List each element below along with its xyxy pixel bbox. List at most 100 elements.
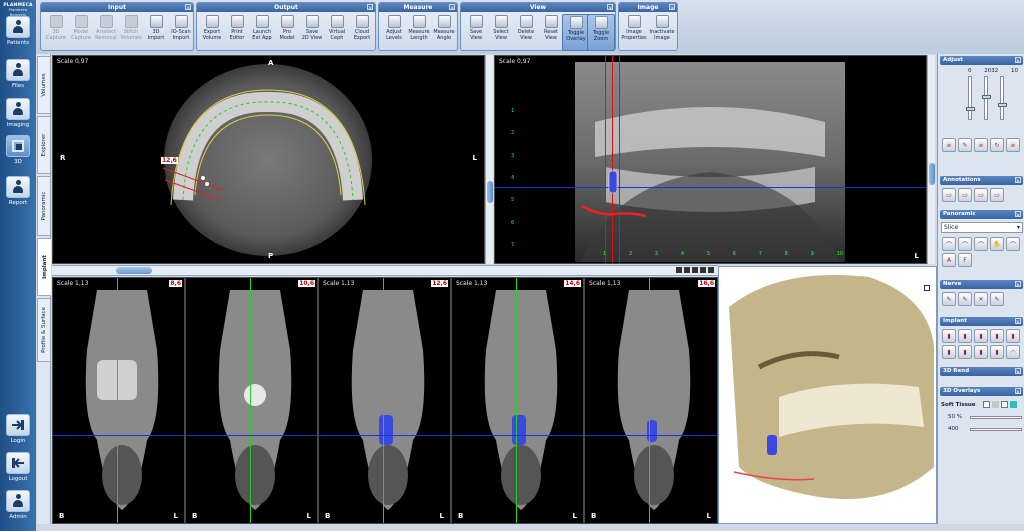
implant-icon[interactable]: ▮: [990, 329, 1004, 343]
implant-icon[interactable]: ▮: [958, 329, 972, 343]
implant-header[interactable]: Implant ⇲: [940, 317, 1023, 326]
panoramic-view[interactable]: Scale 0,97 L 1 2 3 4 5 6 7 8 9 10 1234567: [494, 55, 927, 264]
axial-view[interactable]: Scale 0,97 12,6 A P R L: [52, 55, 485, 264]
pro-model-button[interactable]: Pro Model: [273, 14, 301, 51]
delete-view-button[interactable]: Delete View: [512, 14, 540, 51]
curve-icon[interactable]: ⌒: [942, 237, 956, 251]
expand-icon[interactable]: ⇲: [607, 4, 613, 10]
curve-icon[interactable]: ⌒: [958, 237, 972, 251]
panoramic-mode-select[interactable]: Slice ▾: [941, 222, 1023, 233]
brightness-slider[interactable]: [966, 76, 975, 120]
expand-icon[interactable]: ⇲: [1015, 281, 1021, 287]
nav-admin[interactable]: Admin: [4, 490, 32, 520]
implant-icon[interactable]: ▮: [990, 345, 1004, 359]
opacity-slider[interactable]: [970, 416, 1022, 419]
lock-icon[interactable]: [676, 267, 682, 273]
reset-view-button[interactable]: Reset View: [537, 14, 565, 51]
overlay-icon[interactable]: [692, 267, 698, 273]
curve-icon[interactable]: ⌒: [1006, 237, 1020, 251]
expand-icon[interactable]: ⇲: [1015, 177, 1021, 183]
implant-icon[interactable]: ▮: [1006, 329, 1020, 343]
nav-patients[interactable]: Patients: [4, 16, 32, 46]
tab-implant[interactable]: Implant: [37, 238, 51, 296]
cross-section-5[interactable]: Scale 1,13 16,6 BL: [584, 277, 718, 524]
gamma-slider[interactable]: [998, 76, 1007, 120]
layout-icon[interactable]: [684, 267, 690, 273]
nav-3d[interactable]: 3D: [4, 135, 32, 165]
cross-section-2[interactable]: 10,6 BL: [185, 277, 318, 524]
hand-icon[interactable]: ✋: [990, 237, 1004, 251]
cross-section-1[interactable]: Scale 1,13 8,6 BL: [52, 277, 185, 524]
implant-icon[interactable]: ▮: [942, 345, 956, 359]
expand-icon[interactable]: ⇲: [449, 4, 455, 10]
adjust-header[interactable]: Adjust ⇲: [940, 56, 1023, 65]
nav-files[interactable]: Files: [4, 59, 32, 89]
save-2d-view-button[interactable]: Save 2D View: [298, 14, 326, 51]
color-swatch[interactable]: [992, 401, 999, 408]
toggle-overlay-button[interactable]: Toggle Overlay: [562, 14, 590, 51]
expand-icon[interactable]: ⇲: [1015, 318, 1021, 324]
nerve-draw-icon[interactable]: ✎: [942, 292, 956, 306]
3d-render-view[interactable]: [718, 266, 937, 524]
cross-section-3[interactable]: Scale 1,13 12,6 BL: [318, 277, 451, 524]
pano-scrollbar[interactable]: [927, 55, 935, 264]
nerve-delete-icon[interactable]: ✕: [974, 292, 988, 306]
expand-icon[interactable]: ⇲: [1015, 57, 1021, 63]
toggle-zoom-button[interactable]: Toggle Zoom: [587, 14, 615, 51]
checkbox[interactable]: [1001, 401, 1008, 408]
maximize-icon[interactable]: [708, 267, 714, 273]
tab-panoramic[interactable]: Panoramic: [37, 176, 51, 236]
curve-icon[interactable]: ⌒: [974, 237, 988, 251]
annotations-header[interactable]: Annotations ⇲: [940, 176, 1023, 185]
measure-angle-button[interactable]: Measure Angle: [430, 14, 458, 51]
implant-icon[interactable]: ▮: [942, 329, 956, 343]
tab-explorer[interactable]: Explorer: [37, 116, 51, 174]
letter-f-icon[interactable]: F: [958, 253, 972, 267]
letter-a-icon[interactable]: A: [942, 253, 956, 267]
expand-icon[interactable]: ⇲: [1015, 368, 1021, 374]
virtual-ceph-button[interactable]: Virtual Ceph: [323, 14, 351, 51]
3d-capture-button[interactable]: 3D Capture: [42, 14, 70, 51]
expand-icon[interactable]: ⇲: [1015, 211, 1021, 217]
cross-section-slider[interactable]: [52, 265, 718, 276]
print-editor-button[interactable]: Print Editor: [223, 14, 251, 51]
checkbox[interactable]: [983, 401, 990, 408]
pen-icon[interactable]: ✎: [958, 138, 972, 152]
implant-icon[interactable]: ▮: [974, 329, 988, 343]
adjust-levels-button[interactable]: Adjust Levels: [380, 14, 408, 51]
contrast-slider[interactable]: [982, 76, 991, 120]
image-properties-button[interactable]: Image Properties: [620, 14, 648, 51]
measure-length-button[interactable]: Measure Length: [405, 14, 433, 51]
select-view-button[interactable]: Select View: [487, 14, 515, 51]
expand-icon[interactable]: ⇲: [669, 4, 675, 10]
implant-icon[interactable]: ▮: [958, 345, 972, 359]
nav-login[interactable]: Login: [4, 414, 32, 444]
cross-section-thumb[interactable]: [116, 267, 152, 274]
color-swatch[interactable]: [1010, 401, 1017, 408]
expand-icon[interactable]: ⇲: [1015, 388, 1021, 394]
annotation-icon[interactable]: ▭: [942, 188, 956, 202]
panoramic-header[interactable]: Panoramic ⇲: [940, 210, 1023, 219]
nav-report[interactable]: Report: [4, 176, 32, 206]
skull-icon[interactable]: ☠: [942, 138, 956, 152]
export-volume-button[interactable]: Export Volume: [198, 14, 226, 51]
flip-icon[interactable]: [700, 267, 706, 273]
inactivate-image-button[interactable]: Inactivate Image: [648, 14, 676, 51]
crown-icon[interactable]: ◠: [1006, 345, 1020, 359]
implant-icon[interactable]: ▮: [974, 345, 988, 359]
rotate-icon[interactable]: ↻: [990, 138, 1004, 152]
threshold-slider[interactable]: [970, 428, 1022, 431]
tab-profile-surface[interactable]: Profile & Surface: [37, 298, 51, 362]
3d-rend-header[interactable]: 3D Rend ⇲: [940, 367, 1023, 376]
cloud-export-button[interactable]: Cloud Export: [348, 14, 376, 51]
io-scan-import-button[interactable]: IO-Scan Import: [167, 14, 195, 51]
tab-volumes[interactable]: Volumes: [37, 56, 51, 114]
expand-icon[interactable]: ⇲: [367, 4, 373, 10]
cross-section-4[interactable]: Scale 1,13 14,6 BL: [451, 277, 584, 524]
nerve-edit-icon[interactable]: ✎: [958, 292, 972, 306]
launch-ext-app-button[interactable]: Launch Ext App: [248, 14, 276, 51]
maximize-icon[interactable]: [924, 285, 930, 291]
nerve-header[interactable]: Nerve ⇲: [940, 280, 1023, 289]
nav-logout[interactable]: Logout: [4, 452, 32, 482]
annotation-icon[interactable]: ▭: [990, 188, 1004, 202]
